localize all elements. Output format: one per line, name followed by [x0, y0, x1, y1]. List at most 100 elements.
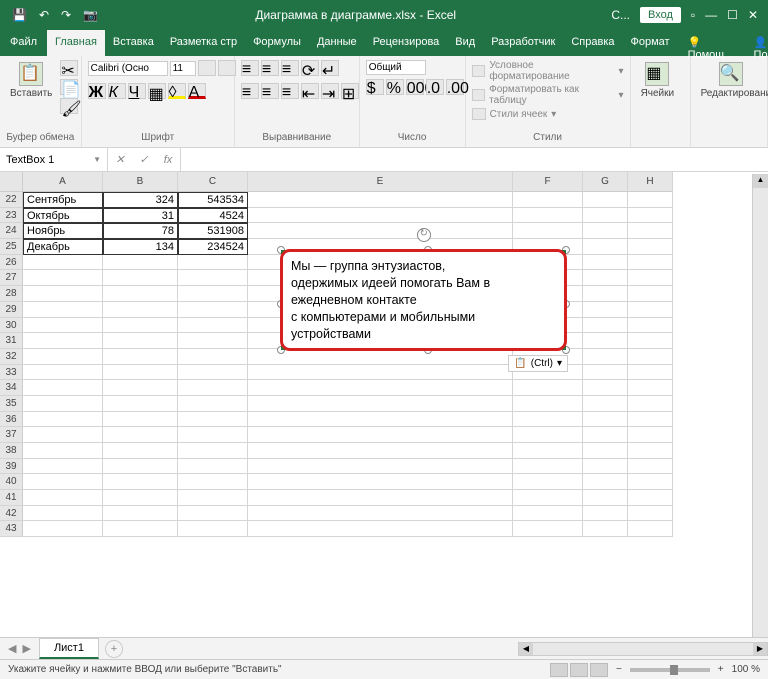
column-header[interactable]: C — [178, 172, 248, 192]
cell[interactable] — [248, 506, 513, 522]
cell[interactable] — [583, 318, 628, 334]
cell[interactable] — [628, 474, 673, 490]
cell[interactable] — [583, 286, 628, 302]
cell[interactable] — [248, 521, 513, 537]
signin-button[interactable]: Вход — [640, 7, 681, 23]
row-header[interactable]: 22 — [0, 192, 23, 208]
cell[interactable] — [583, 349, 628, 365]
cell[interactable] — [628, 223, 673, 239]
cell[interactable] — [513, 192, 583, 208]
cell[interactable] — [248, 192, 513, 208]
row-header[interactable]: 29 — [0, 302, 23, 318]
cell[interactable]: Ноябрь — [23, 223, 103, 239]
zoom-level[interactable]: 100 % — [732, 664, 760, 675]
cell[interactable] — [628, 521, 673, 537]
border-button[interactable]: ▦ — [148, 83, 166, 99]
paste-options-button[interactable]: 📋 (Ctrl) ▾ — [508, 355, 568, 372]
sheet-nav-prev[interactable]: ◀ — [8, 642, 16, 655]
cell[interactable] — [23, 459, 103, 475]
cell[interactable] — [513, 474, 583, 490]
cell[interactable] — [103, 380, 178, 396]
italic-button[interactable]: К — [108, 83, 126, 99]
tab-data[interactable]: Данные — [309, 30, 365, 56]
cell[interactable]: 4524 — [178, 208, 248, 224]
cell[interactable] — [23, 333, 103, 349]
cell[interactable] — [248, 208, 513, 224]
share-button[interactable]: 👤 Поделиться — [744, 30, 768, 56]
align-right-button[interactable]: ≡ — [281, 83, 299, 99]
cell[interactable] — [178, 521, 248, 537]
normal-view-button[interactable] — [550, 663, 568, 677]
column-header[interactable]: H — [628, 172, 673, 192]
paste-button[interactable]: 📋 Вставить — [6, 60, 56, 101]
cell[interactable] — [23, 380, 103, 396]
tab-developer[interactable]: Разработчик — [483, 30, 563, 56]
cell[interactable] — [513, 412, 583, 428]
cell[interactable] — [103, 474, 178, 490]
help-search[interactable]: 💡 Помощ... — [678, 30, 744, 56]
cell[interactable] — [628, 333, 673, 349]
row-header[interactable]: 32 — [0, 349, 23, 365]
cell[interactable] — [628, 365, 673, 381]
enter-fx-button[interactable]: ✓ — [132, 148, 156, 171]
row-header[interactable]: 30 — [0, 318, 23, 334]
tab-review[interactable]: Рецензирова — [365, 30, 448, 56]
cell[interactable]: 531908 — [178, 223, 248, 239]
row-header[interactable]: 33 — [0, 365, 23, 381]
cell[interactable] — [23, 427, 103, 443]
add-sheet-button[interactable]: + — [105, 640, 123, 658]
horizontal-scrollbar[interactable]: ◀ ▶ — [518, 642, 768, 656]
currency-button[interactable]: $ — [366, 79, 384, 95]
cell[interactable]: Октябрь — [23, 208, 103, 224]
orientation-button[interactable]: ⟳ — [301, 60, 319, 76]
tab-formulas[interactable]: Формулы — [245, 30, 309, 56]
cell[interactable] — [248, 396, 513, 412]
zoom-slider[interactable] — [630, 668, 710, 672]
cell[interactable] — [583, 474, 628, 490]
textbox-content[interactable]: Мы — группа энтузиастов, одержимых идеей… — [281, 250, 566, 350]
cell[interactable] — [103, 365, 178, 381]
cell[interactable] — [583, 521, 628, 537]
cell[interactable] — [583, 365, 628, 381]
cell[interactable] — [103, 412, 178, 428]
align-top-button[interactable]: ≡ — [241, 60, 259, 76]
cell[interactable] — [628, 380, 673, 396]
cancel-fx-button[interactable]: ✕ — [108, 148, 132, 171]
comma-button[interactable]: 000 — [406, 79, 424, 95]
cell[interactable] — [513, 459, 583, 475]
cell[interactable] — [583, 208, 628, 224]
inc-decimal-button[interactable]: .0 — [426, 79, 444, 95]
cell[interactable] — [23, 349, 103, 365]
bold-button[interactable]: Ж — [88, 83, 106, 99]
cell[interactable] — [103, 286, 178, 302]
cell[interactable] — [178, 459, 248, 475]
tab-format[interactable]: Формат — [623, 30, 678, 56]
cell[interactable] — [583, 255, 628, 271]
row-header[interactable]: 37 — [0, 427, 23, 443]
page-break-view-button[interactable] — [590, 663, 608, 677]
row-header[interactable]: 28 — [0, 286, 23, 302]
cell[interactable] — [23, 255, 103, 271]
cell[interactable] — [178, 286, 248, 302]
textbox-selection[interactable]: Мы — группа энтузиастов, одержимых идеей… — [281, 250, 566, 350]
cell[interactable] — [583, 333, 628, 349]
cell[interactable] — [513, 506, 583, 522]
row-header[interactable]: 24 — [0, 223, 23, 239]
zoom-out-button[interactable]: − — [616, 664, 622, 675]
camera-icon[interactable]: 📷 — [83, 8, 98, 22]
cell[interactable] — [583, 270, 628, 286]
cell[interactable] — [513, 427, 583, 443]
font-color-button[interactable]: A — [188, 83, 206, 99]
row-header[interactable]: 34 — [0, 380, 23, 396]
cell[interactable] — [23, 318, 103, 334]
row-header[interactable]: 42 — [0, 506, 23, 522]
redo-icon[interactable]: ↷ — [61, 8, 71, 22]
formula-input[interactable] — [181, 148, 768, 171]
cell[interactable] — [178, 506, 248, 522]
column-header[interactable]: B — [103, 172, 178, 192]
align-center-button[interactable]: ≡ — [261, 83, 279, 99]
cell[interactable] — [103, 396, 178, 412]
cell[interactable] — [583, 223, 628, 239]
cell[interactable] — [103, 349, 178, 365]
cell[interactable]: 134 — [103, 239, 178, 255]
